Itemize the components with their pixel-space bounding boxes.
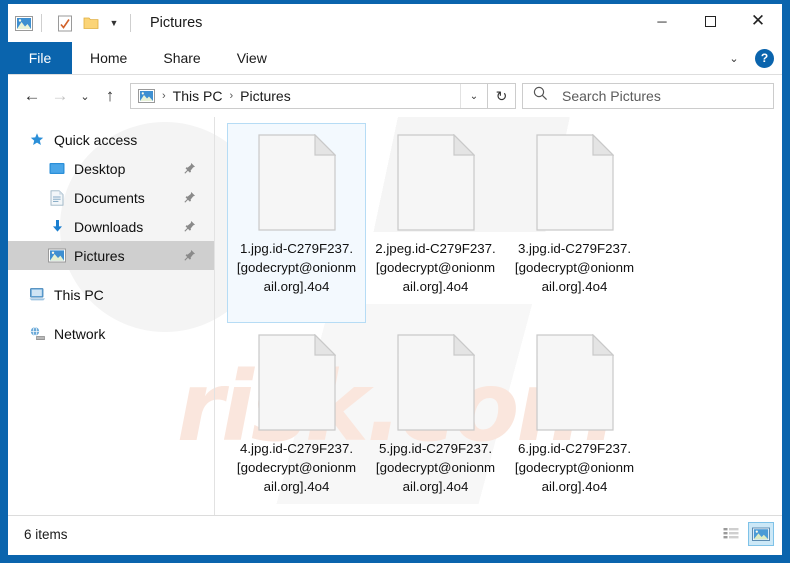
file-name: 1.jpg.id-C279F237.[godecrypt@onionmail.o… (236, 241, 357, 294)
sidebar-item-label: Desktop (74, 160, 126, 177)
downloads-icon (48, 219, 66, 235)
maximize-button[interactable] (686, 4, 734, 38)
tab-home[interactable]: Home (72, 42, 145, 74)
chevron-down-icon[interactable]: ⌄ (723, 52, 745, 65)
new-folder-icon[interactable] (81, 13, 101, 33)
sidebar-item-label: Pictures (74, 247, 125, 264)
breadcrumb-separator-1: › (162, 90, 166, 102)
item-count-label: 6 items (24, 526, 68, 542)
pin-icon[interactable] (183, 162, 196, 175)
sidebar-item-label: Quick access (54, 131, 138, 148)
search-icon (533, 86, 548, 106)
refresh-icon[interactable]: ↻ (488, 83, 516, 109)
generic-file-icon (396, 333, 475, 431)
close-button[interactable]: ✕ (734, 4, 782, 38)
qat-divider-2 (130, 14, 131, 32)
sidebar-item-network[interactable]: Network (8, 319, 214, 348)
file-name: 3.jpg.id-C279F237.[godecrypt@onionmail.o… (514, 241, 635, 294)
generic-file-icon (257, 133, 336, 231)
sidebar-item-desktop[interactable]: Desktop (8, 154, 214, 183)
sidebar-item-quick-access[interactable]: Quick access (8, 125, 214, 154)
customize-dropdown-icon[interactable]: ▼ (105, 14, 123, 32)
address-bar: ← → ⌄ ↑ › This PC › Pictures ⌄ ↻ Search … (8, 75, 782, 117)
file-grid: 1.jpg.id-C279F237.[godecrypt@onionmail.o… (227, 123, 782, 523)
help-icon[interactable]: ? (755, 48, 774, 68)
tab-share[interactable]: Share (145, 42, 218, 74)
breadcrumb-separator-2: › (229, 90, 234, 102)
file-name: 5.jpg.id-C279F237.[godecrypt@onionmail.o… (375, 441, 496, 494)
sidebar-gap-2 (8, 309, 214, 319)
file-list-pane[interactable]: 1.jpg.id-C279F237.[godecrypt@onionmail.o… (215, 117, 782, 515)
generic-file-icon (535, 133, 614, 231)
generic-file-icon (257, 333, 336, 431)
search-input[interactable] (560, 87, 773, 105)
ribbon-right-controls: ⌄ ? (723, 42, 782, 74)
forward-button: → (51, 86, 69, 105)
breadcrumb[interactable]: › This PC › Pictures ⌄ (130, 83, 488, 109)
sidebar-item-label: This PC (54, 286, 104, 303)
pin-icon[interactable] (183, 220, 196, 233)
details-view-button[interactable] (718, 522, 744, 546)
file-item[interactable]: 3.jpg.id-C279F237.[godecrypt@onionmail.o… (505, 123, 644, 323)
recent-locations-icon[interactable]: ⌄ (74, 82, 96, 110)
back-button[interactable]: ← (18, 82, 46, 110)
ribbon-tab-bar: File Home Share View ⌄ ? (8, 42, 782, 75)
qat-divider (41, 14, 42, 32)
breadcrumb-computer-icon (138, 88, 155, 104)
sidebar-gap-1 (8, 270, 214, 280)
sidebar-item-downloads[interactable]: Downloads (8, 212, 214, 241)
generic-file-icon (535, 333, 614, 431)
explorer-window: risk.com ▼ Pictures ─ ✕ File Home Share … (0, 0, 790, 563)
breadcrumb-dropdown-icon[interactable]: ⌄ (460, 84, 487, 108)
sidebar-item-pictures[interactable]: Pictures (8, 241, 214, 270)
title-bar: ▼ Pictures ─ ✕ (8, 4, 782, 42)
this-pc-icon (28, 287, 46, 303)
window-controls: ─ ✕ (638, 4, 782, 42)
minimize-button[interactable]: ─ (638, 4, 686, 38)
up-button[interactable]: ↑ (96, 82, 124, 110)
window-body: risk.com ▼ Pictures ─ ✕ File Home Share … (8, 4, 782, 555)
breadcrumb-pictures[interactable]: Pictures (240, 88, 291, 104)
file-item[interactable]: 4.jpg.id-C279F237.[godecrypt@onionmail.o… (227, 323, 366, 523)
sidebar-item-label: Network (54, 325, 106, 342)
desktop-icon (48, 161, 66, 177)
window-title: Pictures (150, 15, 203, 31)
navigation-pane: Quick access Desktop Documents Downloads… (8, 117, 214, 515)
main-area: Quick access Desktop Documents Downloads… (8, 117, 782, 515)
file-item[interactable]: 5.jpg.id-C279F237.[godecrypt@onionmail.o… (366, 323, 505, 523)
large-icons-view-button[interactable] (748, 522, 774, 546)
file-name: 2.jpeg.id-C279F237.[godecrypt@onionmail.… (375, 241, 496, 294)
search-box[interactable] (522, 83, 774, 109)
file-item[interactable]: 1.jpg.id-C279F237.[godecrypt@onionmail.o… (227, 123, 366, 323)
pin-icon[interactable] (183, 249, 196, 262)
tab-file[interactable]: File (8, 42, 72, 74)
file-name: 4.jpg.id-C279F237.[godecrypt@onionmail.o… (236, 441, 357, 494)
documents-icon (48, 189, 66, 206)
pin-icon[interactable] (183, 191, 196, 204)
breadcrumb-this-pc[interactable]: This PC (173, 88, 223, 104)
status-bar: 6 items (8, 515, 782, 552)
file-item[interactable]: 6.jpg.id-C279F237.[godecrypt@onionmail.o… (505, 323, 644, 523)
pictures-icon (48, 248, 66, 264)
tab-view[interactable]: View (219, 42, 285, 74)
view-toggle-group (718, 522, 774, 546)
file-item[interactable]: 2.jpeg.id-C279F237.[godecrypt@onionmail.… (366, 123, 505, 323)
sidebar-item-label: Downloads (74, 218, 144, 235)
network-icon (28, 326, 46, 342)
pictures-folder-icon[interactable] (14, 13, 34, 33)
sidebar-item-documents[interactable]: Documents (8, 183, 214, 212)
properties-icon[interactable] (55, 13, 75, 33)
generic-file-icon (396, 133, 475, 231)
star-pin-icon (28, 132, 46, 148)
file-name: 6.jpg.id-C279F237.[godecrypt@onionmail.o… (514, 441, 635, 494)
sidebar-item-this-pc[interactable]: This PC (8, 280, 214, 309)
sidebar-item-label: Documents (74, 189, 145, 206)
